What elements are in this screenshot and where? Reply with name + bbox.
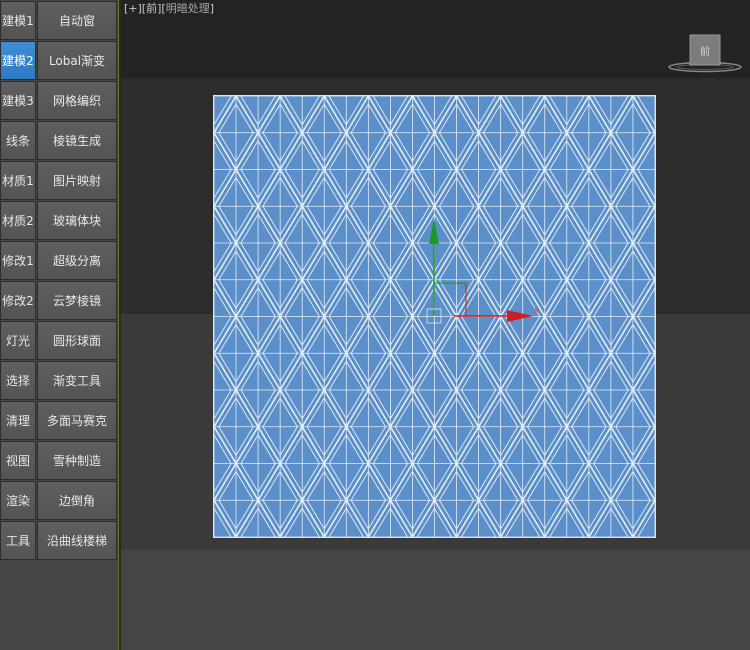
tool-row: 材质2 玻璃体块 (0, 201, 117, 241)
tool-button[interactable]: 云梦棱镜 (37, 281, 117, 320)
category-button[interactable]: 渲染 (0, 481, 36, 520)
category-button[interactable]: 工具 (0, 521, 36, 560)
move-gizmo-icon: x (426, 218, 540, 324)
tool-row: 清理 多面马赛克 (0, 401, 117, 441)
tool-button[interactable]: 边倒角 (37, 481, 117, 520)
tool-row: 材质1 图片映射 (0, 161, 117, 201)
tool-row: 工具 沿曲线楼梯 (0, 521, 117, 561)
x-axis-label: x (534, 306, 540, 316)
tool-button[interactable]: 沿曲线楼梯 (37, 521, 117, 560)
tool-button[interactable]: 棱镜生成 (37, 121, 117, 160)
tool-button[interactable]: 自动窗 (37, 1, 117, 40)
tool-row: 修改1 超级分离 (0, 241, 117, 281)
tool-row: 选择 渐变工具 (0, 361, 117, 401)
viewport-label: [+][前][明暗处理] (124, 2, 214, 15)
tool-row: 视图 雪种制造 (0, 441, 117, 481)
tool-button[interactable]: 网格编织 (37, 81, 117, 120)
tool-button[interactable]: 超级分离 (37, 241, 117, 280)
viewcube[interactable]: 前 (667, 32, 747, 74)
category-button[interactable]: 修改1 (0, 241, 36, 280)
y-axis-arrow-icon[interactable] (429, 218, 439, 244)
front-viewport[interactable]: [+][前][明暗处理] 前 x (121, 0, 750, 650)
tool-button[interactable]: 渐变工具 (37, 361, 117, 400)
tool-row: 建模2 Lobal渐变 (0, 41, 117, 81)
x-axis-arrow-icon[interactable] (507, 310, 533, 322)
category-button[interactable]: 建模1 (0, 1, 36, 40)
viewport-background-top (121, 0, 750, 78)
viewport-menu-plus[interactable]: + (128, 2, 137, 15)
tool-button[interactable]: Lobal渐变 (37, 41, 117, 80)
category-button[interactable]: 清理 (0, 401, 36, 440)
category-button[interactable]: 选择 (0, 361, 36, 400)
viewcube-face-label: 前 (700, 45, 710, 58)
move-gizmo[interactable]: x (421, 208, 551, 333)
category-button[interactable]: 线条 (0, 121, 36, 160)
category-button[interactable]: 灯光 (0, 321, 36, 360)
category-button[interactable]: 建模3 (0, 81, 36, 120)
tool-button[interactable]: 多面马赛克 (37, 401, 117, 440)
tool-row: 建模1 自动窗 (0, 1, 117, 41)
viewport-background-bottom (121, 550, 750, 650)
tool-row: 线条 棱镜生成 (0, 121, 117, 161)
viewport-menu-shading[interactable]: 明暗处理 (166, 2, 210, 15)
viewport-menu-view[interactable]: 前 (146, 2, 157, 15)
category-button-active[interactable]: 建模2 (0, 41, 36, 80)
category-button[interactable]: 材质2 (0, 201, 36, 240)
tool-row: 修改2 云梦棱镜 (0, 281, 117, 321)
tool-button[interactable]: 圆形球面 (37, 321, 117, 360)
tool-row: 建模3 网格编织 (0, 81, 117, 121)
left-tool-panel: 建模1 自动窗 建模2 Lobal渐变 建模3 网格编织 线条 棱镜生成 材质1… (0, 0, 118, 650)
viewcube-icon: 前 (668, 34, 742, 73)
category-button[interactable]: 材质1 (0, 161, 36, 200)
category-button[interactable]: 视图 (0, 441, 36, 480)
tool-button[interactable]: 雪种制造 (37, 441, 117, 480)
category-button[interactable]: 修改2 (0, 281, 36, 320)
tool-button[interactable]: 玻璃体块 (37, 201, 117, 240)
tool-row: 灯光 圆形球面 (0, 321, 117, 361)
tool-button[interactable]: 图片映射 (37, 161, 117, 200)
tool-row: 渲染 边倒角 (0, 481, 117, 521)
